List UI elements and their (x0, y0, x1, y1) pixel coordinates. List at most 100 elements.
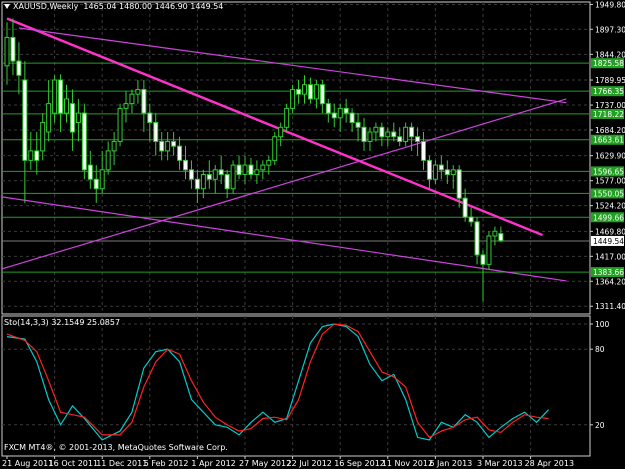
oscillator-scale-label: 80 (595, 345, 605, 354)
level-price-label: 1766.35 (593, 87, 624, 96)
candle-body-bullish (302, 84, 307, 95)
candle[interactable] (272, 132, 278, 166)
candle-body-bullish (290, 88, 296, 109)
candle-body-bearish (224, 174, 230, 190)
price-scale-label: 1524.20 (595, 202, 625, 211)
date-axis-label: 3 Mar 2013 (477, 459, 523, 468)
price-scale-label: 1844.20 (595, 50, 625, 59)
ohlc-values: 1465.04 1480.00 1446.90 1449.54 (83, 2, 224, 11)
candle-body-bearish (409, 126, 415, 138)
price-scale-label: 1949.80 (595, 0, 625, 9)
candle-body-bearish (218, 169, 224, 176)
candle-body-bullish (4, 36, 10, 67)
candle-body-bearish (361, 126, 367, 142)
candle[interactable] (81, 103, 87, 180)
candle-body-bearish (236, 164, 242, 176)
candle-body-bearish (153, 122, 159, 142)
date-axis-label: 16 Sep 2012 (334, 459, 385, 468)
price-scale-label: 1737.00 (595, 101, 625, 110)
candle-body-bearish (177, 145, 183, 161)
candle-body-bullish (367, 131, 373, 142)
candle-body-bearish (498, 233, 504, 242)
candle-body-bearish (10, 36, 16, 62)
candle-body-bullish (254, 169, 260, 176)
date-axis-label: 22 Jul 2012 (287, 459, 332, 468)
candle-body-bullish (284, 107, 290, 128)
candle-body-bearish (141, 88, 147, 114)
candle-body-bearish (444, 169, 450, 176)
date-axis-label: 27 May 2012 (239, 459, 291, 468)
candle-body-bullish (230, 164, 236, 190)
candle[interactable] (284, 103, 290, 132)
candle-body-bearish (248, 164, 254, 176)
candle-body-bullish (212, 169, 218, 180)
symbol-title: XAUUSD,Weekly 1465.04 1480.00 1446.90 14… (4, 2, 223, 11)
candle-body-bullish (99, 169, 105, 190)
candle-body-bearish (58, 79, 64, 114)
candle-body-bearish (415, 136, 421, 142)
candle-body-bullish (432, 164, 438, 180)
price-scale-label: 1577.00 (595, 177, 625, 186)
candle-body-bullish (28, 150, 34, 161)
candle-body-bearish (22, 79, 28, 161)
date-axis-label: 28 Apr 2013 (525, 459, 574, 468)
price-scale-label: 1684.20 (595, 126, 625, 135)
date-axis-label: 5 Feb 2012 (144, 459, 189, 468)
price-scale-label: 1469.80 (595, 227, 625, 236)
level-price-label: 1550.05 (593, 189, 624, 198)
candle-body-bullish (40, 122, 46, 152)
candle-body-bullish (450, 169, 456, 176)
candle-body-bullish (242, 164, 248, 176)
copyright-text: FXCM MT4®, © 2001-2013, MetaQuotes Softw… (4, 443, 228, 452)
date-axis-label: 16 Oct 2011 (49, 459, 98, 468)
candle-body-bearish (438, 164, 444, 171)
candle-body-bearish (397, 136, 403, 142)
candle-body-bearish (319, 84, 325, 105)
date-axis-label: 11 Dec 2011 (96, 459, 147, 468)
candle-body-bearish (69, 103, 75, 133)
dropdown-triangle-icon[interactable] (4, 4, 10, 9)
candle-body-bullish (64, 98, 69, 114)
candle[interactable] (117, 103, 123, 147)
date-axis-label: 21 Aug 2011 (2, 459, 53, 468)
candle-body-bearish (343, 107, 349, 114)
candle-body-bearish (468, 216, 474, 223)
candle-body-bullish (278, 126, 284, 138)
price-scale-label: 1364.20 (595, 277, 625, 286)
candle-body-bullish (105, 150, 111, 171)
candle-body-bearish (147, 112, 153, 124)
candle-body-bearish (325, 103, 331, 114)
candle-body-bullish (111, 140, 117, 152)
level-price-label: 1596.65 (593, 167, 624, 176)
candle-body-bullish (46, 103, 52, 133)
candle-body-bearish (349, 112, 355, 124)
candle-body-bearish (421, 140, 426, 161)
oscillator-scale-label: 100 (595, 320, 610, 329)
candle-body-bullish (135, 88, 141, 95)
candle-body-bearish (474, 221, 480, 256)
candle-body-bullish (52, 79, 58, 114)
candle-body-bearish (81, 112, 87, 171)
candle-body-bullish (129, 93, 135, 105)
candle-body-bullish (200, 174, 206, 190)
candle[interactable] (230, 160, 236, 194)
candle[interactable] (486, 231, 492, 270)
chart-window[interactable]: 1949.80 1897.30 1844.20 1789.95 1737.00 1684.… (0, 0, 625, 469)
candle-body-bullish (260, 164, 266, 171)
candle-body-bearish (480, 254, 486, 265)
candle-body-bearish (171, 140, 177, 147)
candle-body-bullish (272, 136, 278, 161)
candle-body-bullish (313, 84, 319, 100)
candle-body-bearish (379, 126, 385, 138)
candle-body-bullish (492, 230, 498, 237)
candle-body-bearish (93, 178, 99, 190)
candle[interactable] (290, 84, 296, 114)
candle-body-bearish (206, 174, 212, 180)
candle-body-bullish (486, 235, 492, 265)
symbol-name: XAUUSD,Weekly (13, 2, 79, 11)
level-price-label: 1663.61 (593, 136, 624, 145)
candle-body-bullish (165, 140, 171, 152)
price-scale-label: 1789.95 (595, 76, 625, 85)
candle-body-bearish (194, 178, 200, 190)
candle-body-bearish (426, 159, 432, 180)
